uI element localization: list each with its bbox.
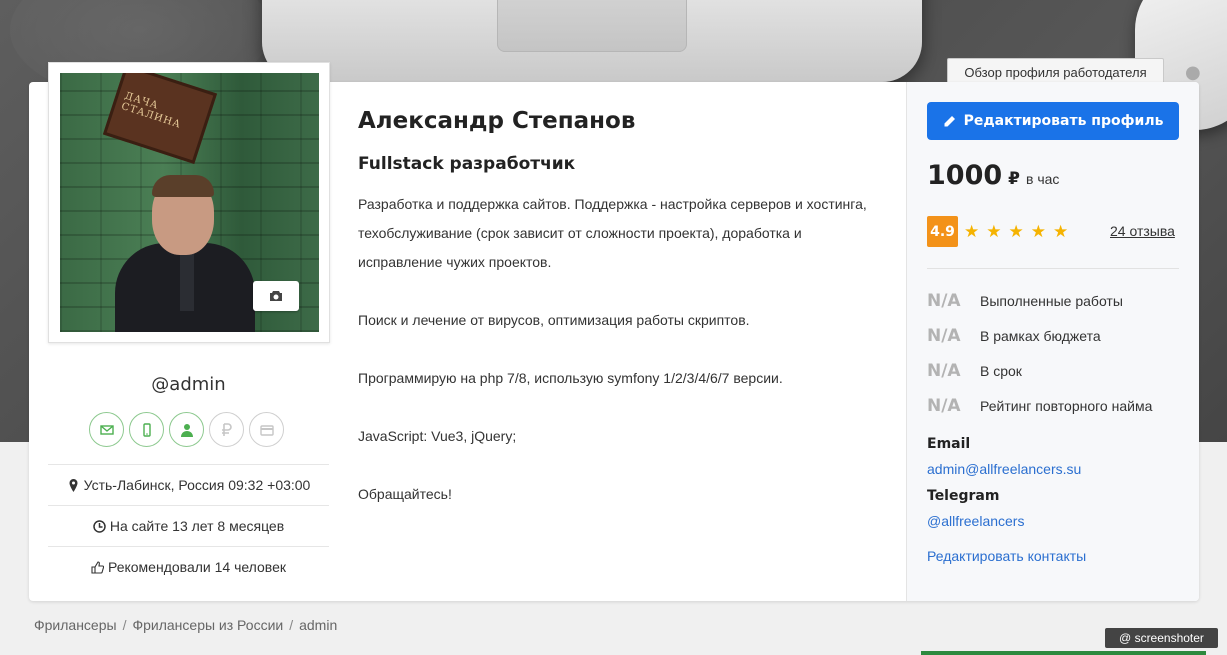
card-unverified-badge[interactable]	[249, 412, 284, 447]
location-row: Усть-Лабинск, Россия 09:32 +03:00	[48, 464, 329, 505]
stat-on-budget: N/A В рамках бюджета	[927, 324, 1101, 348]
credit-card-icon	[259, 424, 274, 436]
green-footer-bar	[921, 651, 1206, 655]
email-link[interactable]: admin@allfreelancers.su	[927, 461, 1081, 477]
profile-specialization: Fullstack разработчик	[358, 154, 576, 174]
stat-on-time: N/A В срок	[927, 359, 1022, 383]
change-photo-button[interactable]	[253, 281, 299, 311]
star-icon: ★	[964, 222, 980, 242]
user-icon	[180, 423, 193, 437]
breadcrumb-item-freelancers[interactable]: Фрилансеры	[34, 617, 117, 633]
recommended-text: Рекомендовали 14 человек	[107, 559, 286, 575]
sidebar-divider	[927, 268, 1179, 269]
stat-label: Выполненные работы	[980, 293, 1123, 309]
phone-verified-badge[interactable]	[129, 412, 164, 447]
recommended-row: Рекомендовали 14 человек	[48, 546, 329, 587]
stat-label: В рамках бюджета	[980, 328, 1101, 344]
location-text: Усть-Лабинск, Россия 09:32 +03:00	[83, 477, 311, 493]
hourly-rate: 1000 ₽ в час	[927, 160, 1059, 191]
avatar-frame: ДАЧА СТАЛИНА	[48, 62, 330, 343]
telegram-label: Telegram	[927, 488, 1000, 504]
clock-icon	[93, 519, 106, 533]
reviews-link[interactable]: 24 отзыва	[1110, 223, 1175, 239]
screenshoter-watermark: @ screenshoter	[1105, 628, 1218, 648]
phone-icon	[142, 422, 151, 437]
edit-profile-button[interactable]: Редактировать профиль	[927, 102, 1179, 140]
email-label: Email	[927, 436, 971, 452]
stat-value: N/A	[927, 291, 961, 311]
stat-rehire: N/A Рейтинг повторного найма	[927, 394, 1152, 418]
breadcrumb-separator: /	[289, 617, 294, 633]
star-icon: ★	[1053, 222, 1069, 242]
laptop-trackpad	[497, 0, 687, 52]
identity-verified-badge[interactable]	[169, 412, 204, 447]
edit-profile-label: Редактировать профиль	[963, 113, 1164, 129]
on-site-text: На сайте 13 лет 8 месяцев	[109, 518, 285, 534]
photo-sign-text: ДАЧА СТАЛИНА	[119, 90, 183, 131]
breadcrumb-item-russia[interactable]: Фрилансеры из России	[132, 617, 283, 633]
stat-label: В срок	[980, 363, 1022, 379]
map-marker-icon	[69, 478, 78, 492]
camera-icon	[270, 291, 282, 301]
verification-icons	[89, 412, 289, 448]
star-icon: ★	[1008, 222, 1024, 242]
telegram-link[interactable]: @allfreelancers	[927, 513, 1024, 529]
apple-logo-icon: ●	[1185, 62, 1201, 83]
laptop-image	[262, 0, 922, 82]
breadcrumb: Фрилансеры / Фрилансеры из России / admi…	[34, 617, 337, 633]
breadcrumb-item-current: admin	[299, 617, 338, 633]
profile-name: Александр Степанов	[358, 108, 636, 134]
stat-completed: N/A Выполненные работы	[927, 289, 1123, 313]
email-verified-badge[interactable]	[89, 412, 124, 447]
stat-value: N/A	[927, 361, 961, 381]
breadcrumb-separator: /	[122, 617, 127, 633]
rating-stars: ★ ★ ★ ★ ★	[964, 224, 1068, 241]
rating-badge: 4.9	[927, 216, 958, 247]
stat-label: Рейтинг повторного найма	[980, 398, 1153, 414]
username: @admin	[151, 374, 226, 395]
ruble-icon	[221, 422, 232, 436]
payment-unverified-badge[interactable]	[209, 412, 244, 447]
star-icon: ★	[986, 222, 1002, 242]
edit-contacts-link[interactable]: Редактировать контакты	[927, 548, 1086, 564]
rate-value: 1000	[927, 160, 1003, 191]
rate-unit: в час	[1026, 171, 1060, 187]
envelope-icon	[99, 424, 114, 435]
rate-currency: ₽	[1008, 169, 1020, 189]
star-icon: ★	[1030, 222, 1046, 242]
on-site-row: На сайте 13 лет 8 месяцев	[48, 505, 329, 546]
stat-value: N/A	[927, 396, 961, 416]
profile-description: Разработка и поддержка сайтов. Поддержка…	[358, 196, 867, 502]
thumbs-up-icon	[91, 560, 104, 574]
pencil-icon	[944, 115, 955, 126]
stat-value: N/A	[927, 326, 961, 346]
